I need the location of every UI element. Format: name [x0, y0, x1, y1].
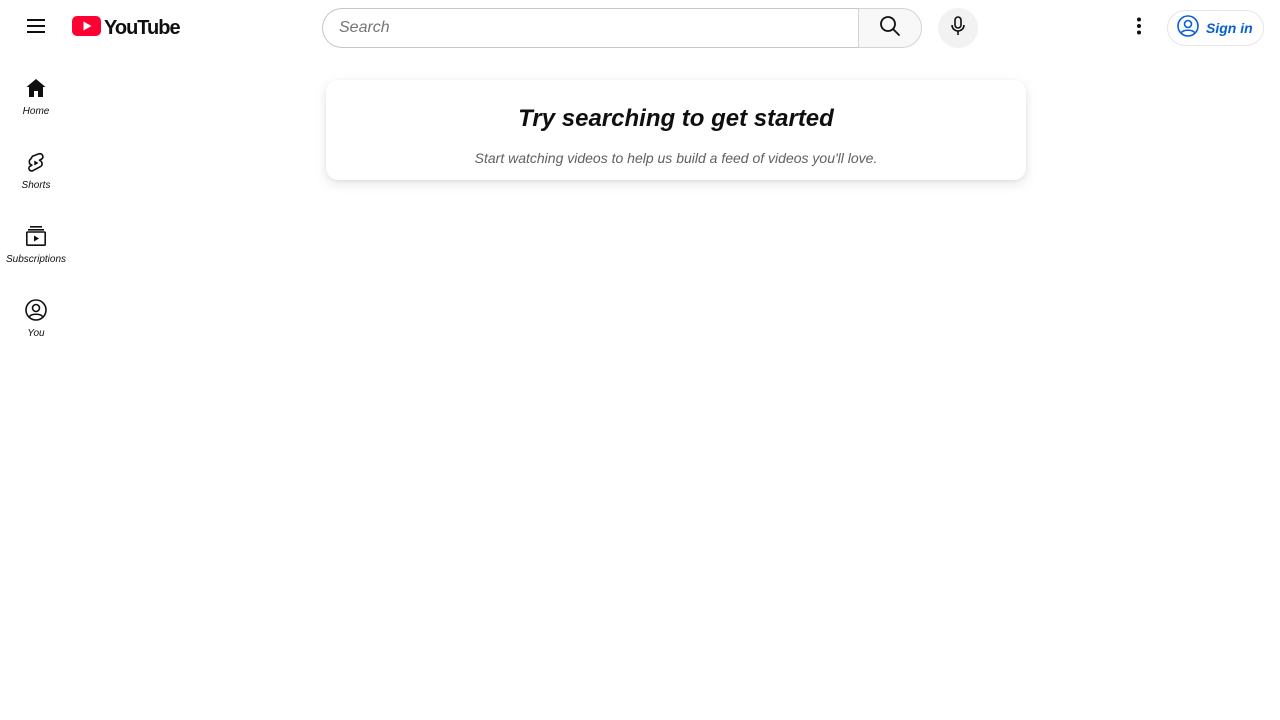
vertical-dots-icon: [1127, 14, 1151, 43]
sidebar-item-label: You: [27, 328, 45, 339]
logo-wordmark: YouTube: [104, 16, 181, 39]
youtube-play-logo-icon: [72, 15, 101, 41]
account-circle-icon: [1176, 14, 1200, 43]
sidebar-item-label: Subscriptions: [5, 254, 67, 265]
mini-guide-sidebar: Home Shorts Subscriptions You: [4, 56, 68, 352]
empty-feed-prompt-card: Try searching to get started Start watch…: [326, 80, 1026, 180]
home-icon: [24, 76, 48, 100]
search-icon: [878, 14, 902, 43]
settings-menu-button[interactable]: [1119, 8, 1159, 48]
prompt-subtitle: Start watching videos to help us build a…: [474, 150, 878, 166]
sidebar-item-subscriptions[interactable]: Subscriptions: [4, 204, 68, 278]
search-input[interactable]: [339, 9, 859, 47]
sidebar-item-label: Home: [22, 106, 50, 117]
sidebar-item-label: Shorts: [21, 180, 51, 191]
guide-menu-button[interactable]: [16, 8, 56, 48]
microphone-icon: [946, 14, 970, 43]
sign-in-label: Sign in: [1206, 20, 1253, 36]
masthead: YouTube Search Sign in: [0, 0, 1280, 56]
voice-search-button[interactable]: [938, 8, 978, 48]
subscriptions-icon: [24, 224, 48, 248]
hamburger-menu-icon: [24, 14, 48, 43]
prompt-title: Try searching to get started: [518, 105, 834, 132]
sidebar-item-home[interactable]: Home: [4, 56, 68, 130]
sign-in-button[interactable]: Sign in: [1167, 10, 1264, 46]
search-box: [322, 8, 859, 48]
account-circle-icon: [24, 298, 48, 322]
youtube-logo[interactable]: YouTube: [72, 14, 181, 42]
shorts-icon: [24, 150, 48, 174]
search-button[interactable]: [858, 8, 922, 48]
sidebar-item-you[interactable]: You: [4, 278, 68, 352]
sidebar-item-shorts[interactable]: Shorts: [4, 130, 68, 204]
